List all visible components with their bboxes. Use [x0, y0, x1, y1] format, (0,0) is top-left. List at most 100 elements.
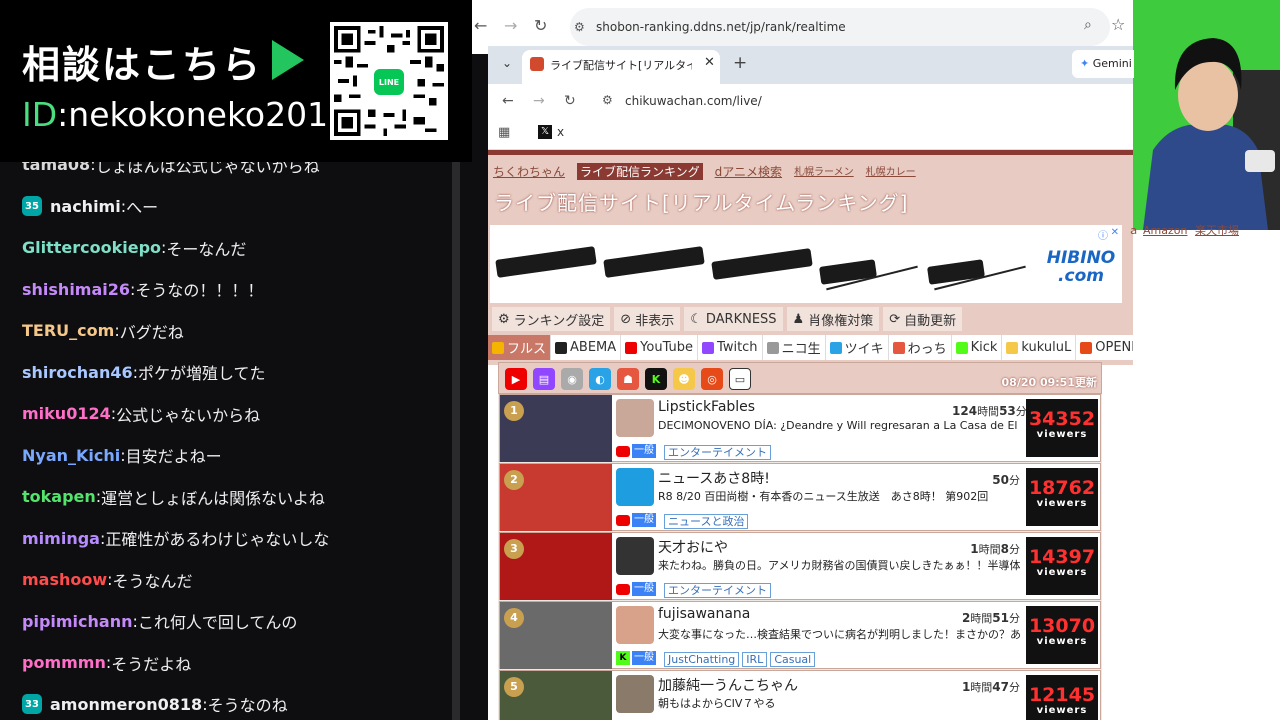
- chat-username[interactable]: pipimichann: [22, 612, 132, 631]
- nav-danime[interactable]: dアニメ検索: [715, 163, 782, 180]
- nav-live-ranking[interactable]: ライブ配信ランキング: [577, 163, 703, 180]
- stream-title[interactable]: 朝もはよからCIV７やる: [658, 695, 1020, 711]
- chat-username[interactable]: nachimi: [50, 197, 121, 216]
- chat-username[interactable]: Glittercookiepo: [22, 238, 161, 257]
- ranking-row[interactable]: 3 天才おにや 1時間8分 来たわね。勝負の日。アメリカ財務省の国債買い戻しきた…: [499, 532, 1101, 600]
- chat-username[interactable]: Nyan_Kichi: [22, 446, 120, 465]
- chat-username[interactable]: pommmn: [22, 653, 106, 672]
- chat-username[interactable]: tokapen: [22, 487, 96, 506]
- stream-title[interactable]: DECIMONOVENO DÍA: ¿Deandre y Will regres…: [658, 419, 1020, 432]
- category-tag[interactable]: エンターテイメント: [664, 583, 771, 598]
- ad-banner[interactable]: HIBINO .com ⓘ ✕: [490, 225, 1122, 303]
- channel-name[interactable]: 加藤純一うんこちゃん: [658, 675, 798, 695]
- channel-name[interactable]: 天才おにや: [658, 537, 728, 557]
- tv-icon[interactable]: ▭: [729, 368, 751, 390]
- chat-text: 運営としょぼんは関係ないよね: [101, 488, 325, 508]
- category-tag[interactable]: IRL: [742, 652, 768, 667]
- apps-grid-icon[interactable]: ▦: [498, 125, 510, 140]
- reload-icon[interactable]: ↻: [534, 16, 547, 35]
- platform-tab[interactable]: ABEMA: [551, 335, 622, 360]
- site-info-icon[interactable]: ⚙: [602, 93, 613, 107]
- toolbar-button[interactable]: ⚙ ランキング設定: [492, 307, 611, 331]
- platform-tab-label: OPENREC: [1095, 340, 1133, 355]
- chat-scrollbar[interactable]: [452, 162, 460, 720]
- nicolive-icon[interactable]: ◉: [561, 368, 583, 390]
- forward-arrow-icon[interactable]: →: [504, 16, 517, 35]
- channel-name[interactable]: LipstickFables: [658, 399, 755, 415]
- openrec-icon[interactable]: ◎: [701, 368, 723, 390]
- chat-username[interactable]: shishimai26: [22, 280, 130, 299]
- channel-avatar[interactable]: [616, 468, 654, 506]
- twitcasting-icon[interactable]: ◐: [589, 368, 611, 390]
- chat-username[interactable]: shirochan46: [22, 363, 133, 382]
- zoom-icon[interactable]: ⌕: [1084, 17, 1092, 33]
- front-address-bar[interactable]: chikuwachan.com/live/: [625, 94, 762, 108]
- stream-title[interactable]: 大変な事になった…検査結果でついに病名が判明しました！まさかの？あの: [658, 626, 1020, 642]
- back-arrow-icon[interactable]: ←: [502, 93, 514, 109]
- ranking-row[interactable]: 2 ニュースあさ8時! 50分 R8 8/20 百田尚樹・有本香のニュース生放送…: [499, 463, 1101, 531]
- youtube-icon[interactable]: ▶: [505, 368, 527, 390]
- nav-chikuwachan[interactable]: ちくわちゃん: [493, 163, 565, 180]
- chat-username[interactable]: amonmeron0818: [50, 695, 202, 714]
- stream-title[interactable]: R8 8/20 百田尚樹・有本香のニュース生放送 あさ8時！ 第902回: [658, 488, 1020, 504]
- bookmark-x[interactable]: x: [557, 125, 564, 139]
- chat-username[interactable]: mashoow: [22, 570, 107, 589]
- chat-username[interactable]: tama08: [22, 162, 90, 174]
- platform-tab[interactable]: フルス: [488, 335, 552, 360]
- chat-username[interactable]: miminga: [22, 529, 100, 548]
- site-info-icon[interactable]: ⚙: [574, 20, 585, 34]
- whowatch-icon[interactable]: ☗: [617, 368, 639, 390]
- chat-username[interactable]: miku0124: [22, 404, 111, 423]
- ad-info-icon[interactable]: ⓘ: [1098, 227, 1108, 242]
- tab-close-icon[interactable]: ✕: [704, 55, 715, 70]
- new-tab-icon[interactable]: +: [733, 53, 747, 73]
- platform-tab[interactable]: わっち: [889, 335, 952, 360]
- x-logo-icon[interactable]: 𝕏: [538, 125, 552, 139]
- ranking-row[interactable]: 1 LipstickFables 124時間53分 DECIMONOVENO D…: [499, 394, 1101, 462]
- back-arrow-icon[interactable]: ←: [474, 16, 487, 35]
- kick-icon[interactable]: K: [645, 368, 667, 390]
- platform-tab[interactable]: ニコ生: [763, 335, 826, 360]
- toolbar-button[interactable]: ☾ DARKNESS: [684, 307, 783, 331]
- category-tag[interactable]: Casual: [770, 652, 816, 667]
- channel-name[interactable]: ニュースあさ8時!: [658, 468, 770, 488]
- ranking-row[interactable]: 5 加藤純一うんこちゃん 1時間47分 朝もはよからCIV７やる 一般 1214…: [499, 670, 1101, 720]
- back-address-bar[interactable]: shobon-ranking.ddns.net/jp/rank/realtime: [570, 8, 1110, 46]
- platform-tab[interactable]: ツイキ: [826, 335, 889, 360]
- tab-search-dropdown-icon[interactable]: ⌄: [497, 51, 517, 75]
- bookmark-star-icon[interactable]: ☆: [1111, 15, 1125, 34]
- reload-icon[interactable]: ↻: [564, 93, 576, 109]
- tab-title[interactable]: ライブ配信サイト[リアルタイムランキ: [550, 57, 692, 73]
- nav-ramen[interactable]: 札幌ラーメン: [794, 163, 854, 180]
- platform-tab[interactable]: kukuluL: [1002, 335, 1077, 360]
- viewer-count: 13070: [1028, 615, 1096, 637]
- ranking-row[interactable]: 4 fujisawanana 2時間51分 大変な事になった…検査結果でついに病…: [499, 601, 1101, 669]
- channel-avatar[interactable]: [616, 537, 654, 575]
- stream-title[interactable]: 来たわね。勝負の日。アメリカ財務省の国債買い戻しきたぁぁ！！半導体メ: [658, 557, 1020, 573]
- site-nav: ちくわちゃん ライブ配信ランキング dアニメ検索 札幌ラーメン 札幌カレー: [493, 163, 916, 180]
- channel-name[interactable]: fujisawanana: [658, 606, 750, 622]
- toolbar-button[interactable]: ⟳ 自動更新: [883, 307, 963, 331]
- category-tag[interactable]: エンターテイメント: [664, 445, 771, 460]
- platform-tab[interactable]: OPENREC: [1076, 335, 1133, 360]
- category-tag[interactable]: JustChatting: [664, 652, 740, 667]
- chat-username[interactable]: TERU_com: [22, 321, 114, 340]
- gemini-button[interactable]: ✦ Gemini: [1072, 50, 1134, 78]
- forward-arrow-icon[interactable]: →: [533, 93, 545, 109]
- platform-tab[interactable]: YouTube: [621, 335, 699, 360]
- nav-curry[interactable]: 札幌カレー: [866, 163, 916, 180]
- toolbar-button[interactable]: ♟ 肖像権対策: [786, 307, 880, 331]
- category-tag[interactable]: ニュースと政治: [664, 514, 749, 529]
- channel-avatar[interactable]: [616, 606, 654, 644]
- rakuten-link[interactable]: 楽天市場: [1195, 224, 1239, 237]
- chat-message: 35 nachimi: へー: [22, 186, 329, 228]
- platform-tab[interactable]: Twitch: [698, 335, 763, 360]
- channel-avatar[interactable]: [616, 675, 654, 713]
- twitch-icon[interactable]: ▤: [533, 368, 555, 390]
- ad-close-icon[interactable]: ✕: [1111, 227, 1119, 238]
- amazon-link[interactable]: Amazon: [1143, 224, 1187, 237]
- platform-tab[interactable]: Kick: [952, 335, 1003, 360]
- kukulu-icon[interactable]: ☻: [673, 368, 695, 390]
- channel-avatar[interactable]: [616, 399, 654, 437]
- toolbar-button[interactable]: ⊘ 非表示: [614, 307, 681, 331]
